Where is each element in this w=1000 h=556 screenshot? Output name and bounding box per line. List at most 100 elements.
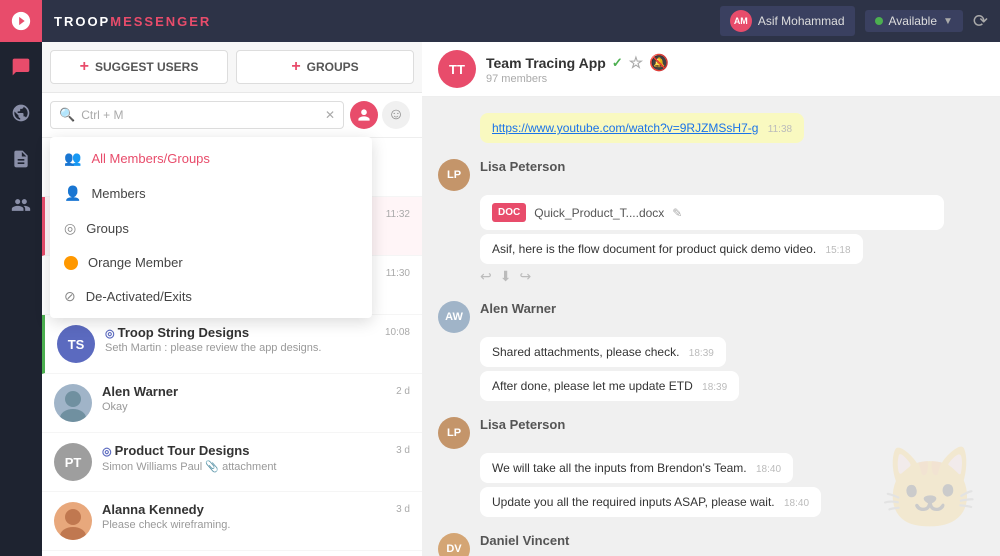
chat-item-alen[interactable]: Alen Warner 2 d Okay — [42, 374, 422, 433]
troop-logo: TROOPMESSENGER — [54, 14, 211, 29]
message-actions-lisa: ↩ ⬇ ↪ — [480, 268, 984, 285]
message-group-daniel: DV Daniel Vincent ok, is this happening … — [438, 533, 984, 556]
chat-time-product-tour: 3 d — [396, 445, 410, 456]
action-buttons-row: + SUGGEST USERS + GROUPS — [42, 42, 422, 93]
plus-icon: + — [80, 58, 89, 76]
chat-info-troop-string: ◎Troop String Designs 10:08 Seth Martin … — [105, 325, 410, 354]
daniel-sender-name: Daniel Vincent — [480, 533, 569, 548]
file-edit-icon[interactable]: ✎ — [672, 206, 682, 220]
alen-text-1: Shared attachments, please check. — [492, 345, 679, 359]
chat-time-team-tracing: 11:32 — [386, 209, 410, 220]
orange-dot — [64, 256, 78, 270]
lisa2-avatar: LP — [438, 417, 470, 449]
alen-text-2: After done, please let me update ETD — [492, 379, 693, 393]
user-name: Asif Mohammad — [758, 14, 845, 28]
plus-icon-2: + — [291, 58, 300, 76]
dropdown-groups-label: Groups — [86, 221, 129, 236]
all-members-icon: 👥 — [64, 150, 81, 167]
main-panel: TROOPMESSENGER AM Asif Mohammad Availabl… — [42, 0, 1000, 556]
dropdown-item-orange[interactable]: Orange Member — [50, 246, 372, 279]
avatar-troop-string: TS — [57, 325, 95, 363]
chat-panel: TT Team Tracing App ✓ ☆ 🔕 97 members 🐱 h… — [422, 42, 1000, 556]
chat-item-simon[interactable]: Simon Williams Paul 5 d ✓✓ Waiting for y… — [42, 551, 422, 556]
chat-preview-alanna: Please check wireframing. — [102, 519, 410, 531]
lisa-message-time: 15:18 — [826, 245, 851, 256]
file-type-icon: DOC — [492, 203, 526, 222]
alen-sender-row: AW Alen Warner — [438, 301, 984, 333]
mute-icon[interactable]: 🔕 — [649, 53, 669, 73]
alen-time-1: 18:39 — [689, 348, 714, 359]
logo — [0, 0, 42, 42]
chevron-down-icon: ▼ — [943, 16, 953, 27]
suggest-users-button[interactable]: + SUGGEST USERS — [50, 50, 228, 84]
groups-button[interactable]: + GROUPS — [236, 50, 414, 84]
lisa2-message-2: Update you all the required inputs ASAP,… — [480, 487, 821, 517]
lisa-sender-row: LP Lisa Peterson — [438, 159, 984, 191]
members-icon: 👤 — [64, 185, 81, 202]
filter-users-button[interactable] — [350, 101, 378, 129]
lisa-sender-name: Lisa Peterson — [480, 159, 565, 174]
lisa2-sender-row: LP Lisa Peterson — [438, 417, 984, 449]
search-area: 🔍 ✕ ☺ 👥 All Members/Groups 👤 Members — [42, 93, 422, 138]
lisa2-text-2: Update you all the required inputs ASAP,… — [492, 495, 775, 509]
sidebar-item-file[interactable] — [0, 138, 42, 180]
dropdown-all-label: All Members/Groups — [91, 151, 209, 166]
chat-item-troop-string[interactable]: TS ◎Troop String Designs 10:08 Seth Mart… — [42, 315, 422, 374]
chat-preview-product-tour: Simon Williams Paul 📎 attachment — [102, 460, 410, 473]
chat-time-lisa: 11:30 — [386, 268, 410, 279]
dropdown-item-deactivated[interactable]: ⊘ De-Activated/Exits — [50, 279, 372, 314]
search-input-wrapper: 🔍 ✕ — [50, 101, 344, 129]
chat-time-troop-string: 10:08 — [385, 327, 410, 338]
sidebar-item-globe[interactable] — [0, 92, 42, 134]
message-group-link: https://www.youtube.com/watch?v=9RJZMSsH… — [438, 113, 984, 143]
loading-icon: ⟳ — [973, 11, 988, 32]
chat-name-product-tour: ◎Product Tour Designs — [102, 443, 249, 458]
chat-panel-name: Team Tracing App ✓ ☆ 🔕 — [486, 53, 984, 73]
search-close-icon[interactable]: ✕ — [325, 108, 335, 122]
status-dot — [875, 17, 883, 25]
dropdown-members-label: Members — [91, 186, 145, 201]
groups-label: GROUPS — [307, 60, 359, 74]
link-message-bubble: https://www.youtube.com/watch?v=9RJZMSsH… — [480, 113, 984, 143]
chat-item-alanna[interactable]: Alanna Kennedy 3 d Please check wirefram… — [42, 492, 422, 551]
deactivated-icon: ⊘ — [64, 288, 76, 305]
suggest-users-label: SUGGEST USERS — [95, 60, 198, 74]
lisa2-time-1: 18:40 — [756, 464, 781, 475]
dropdown-item-members[interactable]: 👤 Members — [50, 176, 372, 211]
chat-info-alen: Alen Warner 2 d Okay — [102, 384, 410, 413]
alen-message-2: After done, please let me update ETD 18:… — [480, 371, 739, 401]
chat-panel-avatar: TT — [438, 50, 476, 88]
message-group-alen: AW Alen Warner Shared attachments, pleas… — [438, 301, 984, 401]
lisa-text-bubble: Asif, here is the flow document for prod… — [480, 234, 863, 264]
chat-preview-alen: Okay — [102, 401, 410, 413]
user-badge[interactable]: AM Asif Mohammad — [720, 6, 855, 36]
dropdown-item-all[interactable]: 👥 All Members/Groups — [50, 141, 372, 176]
dropdown-item-groups[interactable]: ◎ Groups — [50, 211, 372, 246]
chat-preview-troop-string: Seth Martin : please review the app desi… — [105, 342, 410, 354]
chat-info-product-tour: ◎Product Tour Designs 3 d Simon Williams… — [102, 443, 410, 473]
search-input[interactable] — [81, 108, 319, 122]
youtube-link[interactable]: https://www.youtube.com/watch?v=9RJZMSsH… — [492, 121, 758, 135]
chat-item-product-tour[interactable]: PT ◎Product Tour Designs 3 d Simon Willi… — [42, 433, 422, 492]
status-badge[interactable]: Available ▼ — [865, 10, 963, 32]
star-icon[interactable]: ☆ — [629, 53, 643, 73]
sidebar-item-chat[interactable] — [0, 46, 42, 88]
file-name: Quick_Product_T....docx — [534, 206, 664, 220]
chat-name-troop-string: ◎Troop String Designs — [105, 325, 249, 340]
lisa-avatar: LP — [438, 159, 470, 191]
sidebar-item-people[interactable] — [0, 184, 42, 226]
chat-list-panel: + SUGGEST USERS + GROUPS 🔍 ✕ ☺ — [42, 42, 422, 556]
daniel-sender-row: DV Daniel Vincent — [438, 533, 984, 556]
reply-icon[interactable]: ↩ — [480, 268, 492, 285]
chat-members-count: 97 members — [486, 73, 984, 85]
emoji-button[interactable]: ☺ — [382, 101, 410, 129]
chat-name-alanna: Alanna Kennedy — [102, 502, 204, 517]
avatar-product-tour: PT — [54, 443, 92, 481]
forward-icon[interactable]: ↪ — [519, 268, 531, 285]
status-label: Available — [889, 14, 937, 28]
chat-info-alanna: Alanna Kennedy 3 d Please check wirefram… — [102, 502, 410, 531]
download-icon[interactable]: ⬇ — [500, 268, 512, 285]
lisa2-time-2: 18:40 — [784, 498, 809, 509]
alen-avatar: AW — [438, 301, 470, 333]
alen-time-2: 18:39 — [702, 382, 727, 393]
